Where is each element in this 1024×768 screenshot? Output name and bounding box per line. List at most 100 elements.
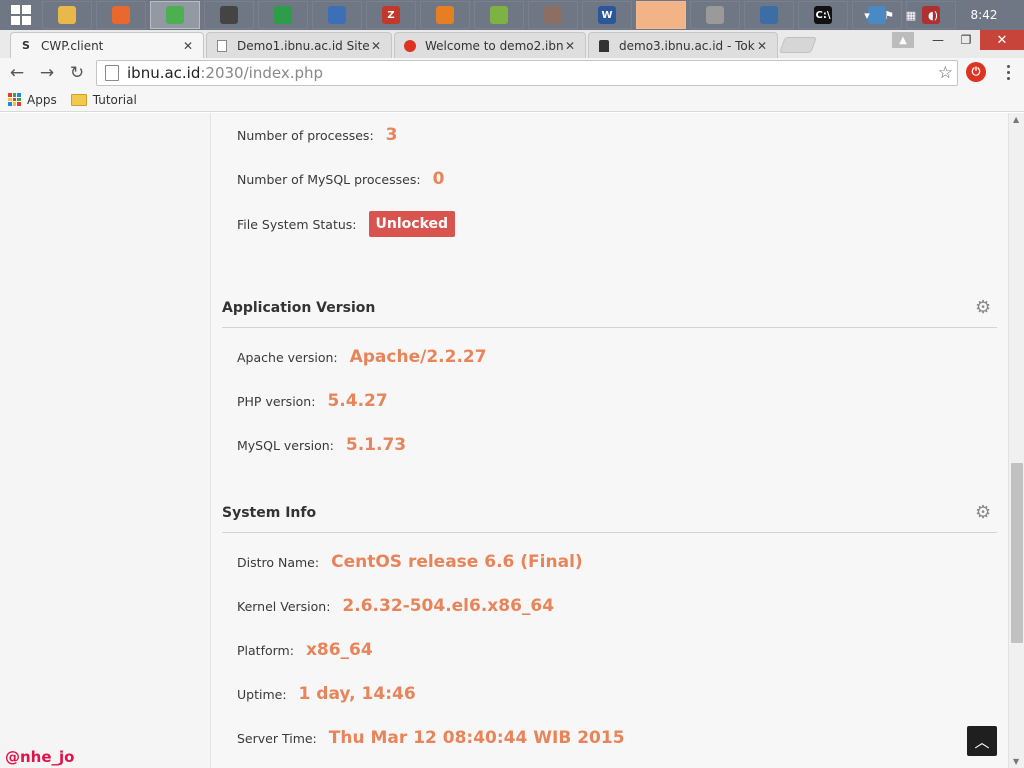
chrome-menu-icon[interactable] — [1000, 63, 1016, 81]
window-controls: ▲ — ❐ ✕ — [892, 30, 1024, 50]
new-tab-button[interactable] — [779, 37, 817, 53]
row-label: Distro Name: — [237, 555, 320, 570]
taskbar-app-firefox[interactable] — [96, 1, 146, 29]
platform-row: Platform: x86_64 — [237, 640, 373, 660]
page-icon — [105, 65, 119, 81]
close-icon[interactable]: ✕ — [755, 39, 769, 53]
restore-icon[interactable]: ❐ — [952, 30, 980, 50]
app-tools-icon — [544, 6, 562, 24]
left-sidebar — [0, 113, 211, 768]
url-path: :2030/index.php — [200, 64, 324, 82]
tab-title: Demo1.ibnu.ac.id Site — [237, 38, 369, 53]
scrollbar-thumb[interactable] — [1011, 463, 1023, 643]
php-version-row: PHP version: 5.4.27 — [237, 391, 388, 411]
close-icon[interactable]: ✕ — [181, 39, 195, 53]
apps-grid-icon — [8, 93, 21, 106]
filezilla-icon: Z — [382, 6, 400, 24]
status-badge: Unlocked — [368, 211, 456, 237]
close-icon[interactable]: ✕ — [369, 39, 383, 53]
tray-expand-icon[interactable]: ▾ — [856, 4, 878, 26]
network-tool-icon — [220, 6, 238, 24]
taskbar-app-app-tools[interactable] — [528, 1, 578, 29]
forward-arrow-icon[interactable]: → — [34, 60, 60, 86]
bookmark-star-icon[interactable]: ☆ — [938, 63, 953, 83]
close-icon[interactable]: ✕ — [563, 39, 577, 53]
row-value: Thu Mar 12 08:40:44 WIB 2015 — [328, 728, 625, 748]
tab-title: Welcome to demo2.ibnu.a — [425, 38, 563, 53]
bookmark-label: Tutorial — [92, 92, 137, 107]
tab-title: CWP.client — [41, 38, 104, 53]
taskbar-app-filezilla[interactable]: Z — [366, 1, 416, 29]
section-title-system-info: System Info — [222, 505, 317, 521]
virtualbox-icon — [328, 6, 346, 24]
taskbar-app-cmd[interactable]: C:\ — [798, 1, 848, 29]
page-scrollbar[interactable]: ▲ ▼ — [1008, 113, 1024, 768]
chevron-up-icon: ︿ — [974, 732, 990, 751]
mysql-version-row: MySQL version: 5.1.73 — [237, 435, 406, 455]
server-time-row: Server Time: Thu Mar 12 08:40:44 WIB 201… — [237, 728, 625, 748]
browser-toolbar: ← → ↻ ibnu.ac.id:2030/index.php ☆ ⏻ — [0, 58, 1024, 88]
row-value: CentOS release 6.6 (Final) — [331, 552, 583, 572]
address-url[interactable]: ibnu.ac.id:2030/index.php — [127, 64, 323, 82]
taskbar-app-explorer[interactable] — [42, 1, 92, 29]
minimize-icon[interactable]: — — [924, 30, 952, 50]
row-value: Apache/2.2.27 — [349, 347, 487, 367]
scroll-up-arrow-icon[interactable]: ▲ — [1013, 115, 1021, 124]
back-arrow-icon[interactable]: ← — [4, 60, 30, 86]
taskbar-app-app-remote[interactable] — [744, 1, 794, 29]
tray-flag-icon[interactable]: ⚑ — [878, 4, 900, 26]
url-domain: ibnu.ac.id — [127, 64, 201, 82]
row-label: MySQL version: — [237, 438, 334, 453]
fs-status-row: File System Status: Unlocked — [237, 211, 456, 237]
tab-demo2[interactable]: Welcome to demo2.ibnu.a ✕ — [394, 32, 586, 58]
apache-version-row: Apache version: Apache/2.2.27 — [237, 347, 487, 367]
scroll-down-arrow-icon[interactable]: ▼ — [1013, 757, 1021, 766]
address-bar[interactable]: ibnu.ac.id:2030/index.php ☆ — [96, 60, 958, 86]
row-value: 0 — [432, 169, 445, 189]
taskbar-app-word[interactable]: W — [582, 1, 632, 29]
taskbar-app-app-grid[interactable] — [690, 1, 740, 29]
taskbar-app-app-orange[interactable] — [420, 1, 470, 29]
word-icon: W — [598, 6, 616, 24]
taskbar-app-paint[interactable] — [636, 1, 686, 29]
mysql-processes-row: Number of MySQL processes: 0 — [237, 169, 444, 189]
page-content: Number of processes: 3 Number of MySQL p… — [0, 113, 1008, 768]
bookmark-apps[interactable]: Apps — [8, 93, 57, 107]
page-icon — [215, 39, 229, 53]
folder-icon — [70, 93, 87, 106]
watermark-text: @nhe_jo — [5, 748, 75, 766]
scroll-to-top-button[interactable]: ︿ — [967, 726, 997, 756]
gear-icon[interactable]: ⚙ — [975, 504, 993, 522]
tab-demo1[interactable]: Demo1.ibnu.ac.id Site ✕ — [206, 32, 392, 58]
extension-icon[interactable]: ⏻ — [966, 62, 986, 82]
main-panel: Number of processes: 3 Number of MySQL p… — [211, 113, 1008, 768]
row-value: 3 — [385, 125, 398, 145]
tab-demo3[interactable]: demo3.ibnu.ac.id - Toko O ✕ — [588, 32, 778, 58]
user-profile-icon[interactable]: ▲ — [892, 32, 914, 48]
browser-tabstrip: S CWP.client ✕ Demo1.ibnu.ac.id Site ✕ W… — [0, 30, 1024, 58]
taskbar-app-chrome[interactable] — [150, 1, 200, 29]
tray-volume-icon[interactable]: ◖) — [922, 4, 944, 26]
taskbar-app-network-tool[interactable] — [204, 1, 254, 29]
taskbar-app-app-green[interactable] — [258, 1, 308, 29]
tab-cwp-client[interactable]: S CWP.client ✕ — [10, 32, 204, 58]
explorer-icon — [58, 6, 76, 24]
windows-logo-icon — [11, 5, 31, 25]
bookmark-tutorial[interactable]: Tutorial — [70, 92, 137, 107]
gear-icon[interactable]: ⚙ — [975, 299, 993, 317]
cmd-icon: C:\ — [814, 6, 832, 24]
row-value: 5.4.27 — [327, 391, 388, 411]
row-label: Platform: — [237, 643, 294, 658]
bookmarks-bar: Apps Tutorial — [0, 88, 1024, 112]
tray-network-icon[interactable]: ▦ — [900, 4, 922, 26]
tab-title: demo3.ibnu.ac.id - Toko O — [619, 38, 755, 53]
system-tray: ▾ ⚑ ▦ ◖) 8:42 — [856, 0, 1024, 30]
reload-icon[interactable]: ↻ — [64, 60, 90, 86]
taskbar-clock[interactable]: 8:42 — [944, 8, 1024, 22]
taskbar-app-virtualbox[interactable] — [312, 1, 362, 29]
store-icon — [597, 39, 611, 53]
start-button[interactable] — [0, 0, 42, 30]
window-close-icon[interactable]: ✕ — [980, 30, 1024, 50]
chrome-error-icon — [403, 39, 417, 53]
taskbar-app-app-lime[interactable] — [474, 1, 524, 29]
